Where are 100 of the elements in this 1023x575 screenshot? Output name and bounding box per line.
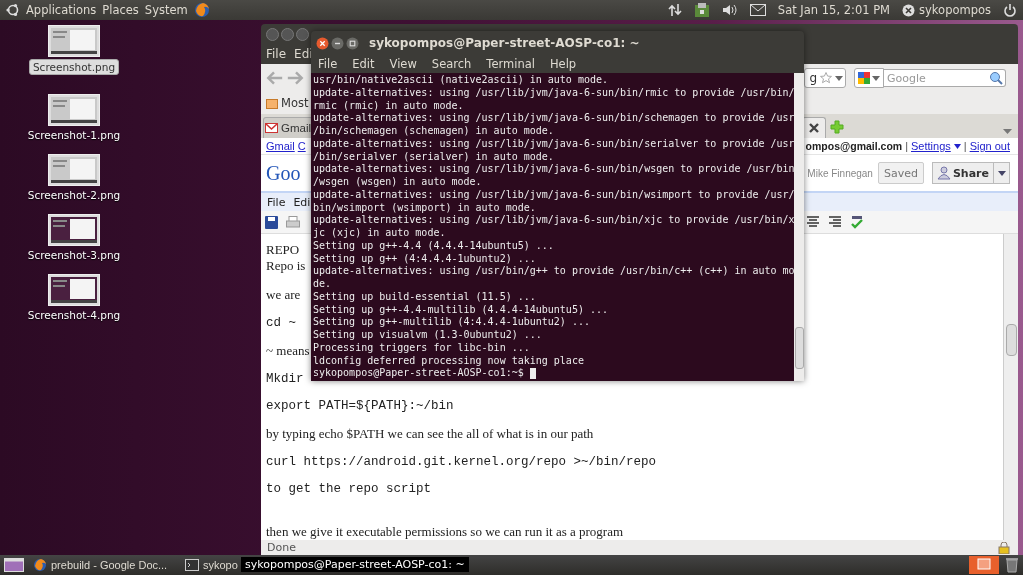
terminal-line: usr/bin/native2ascii (native2ascii) in auto mode. [313, 74, 609, 87]
terminal-line: de. [313, 278, 333, 291]
terminal-line: Setting up g++-4.4 (4.4.4-14ubuntu5) ... [313, 239, 555, 253]
status-text: Done [267, 541, 296, 554]
code-line: curl https://android.git.kernel.org/repo >~/bin/repo [266, 455, 657, 469]
terminal-line: Setting up g++-multilib (4:4.4.4-1ubuntu2) ... [313, 316, 591, 329]
menu-item[interactable]: Help [549, 57, 577, 71]
file-thumbnail-icon[interactable] [48, 214, 100, 246]
file-thumbnail-icon[interactable] [48, 25, 100, 57]
file-label[interactable]: Screenshot-2.png [24, 188, 124, 202]
search-icon[interactable] [989, 71, 1003, 85]
link[interactable]: Sign out [969, 140, 1010, 152]
paragraph: by typing echo $PATH we can see the all of what is in our path [266, 426, 594, 442]
address-field[interactable]: g [804, 68, 846, 88]
engine-logo-icon [858, 72, 870, 84]
file-label[interactable]: Screenshot-4.png [24, 308, 124, 322]
panel-menu[interactable]: System [144, 3, 188, 17]
terminal-line: jc (xjc) in auto mode. [313, 227, 447, 240]
byline: Mike Finnegan [807, 167, 873, 179]
menu-item[interactable]: Terminal [486, 57, 535, 71]
menu-item[interactable]: Edi [294, 47, 313, 61]
trash-icon[interactable] [1005, 557, 1019, 573]
lock-icon [998, 541, 1010, 554]
search-field[interactable]: Google [884, 69, 1006, 87]
print-icon[interactable] [286, 215, 300, 229]
file-label[interactable]: Screenshot-1.png [24, 128, 124, 142]
panel-menu[interactable]: Applications [26, 3, 97, 17]
saved-button[interactable]: Saved [877, 162, 924, 184]
browser-tab[interactable]: Gmail [263, 117, 314, 138]
menu-item[interactable]: File [266, 47, 287, 61]
status-x-icon [902, 3, 916, 17]
search-engine-button[interactable] [854, 68, 884, 88]
taskbar-button[interactable]: prebuild - Google Doc... [30, 556, 176, 574]
file-thumbnail-icon[interactable] [48, 94, 100, 126]
terminal-line: /bin/serialver (serialver) in auto mode. [313, 150, 555, 164]
menu-item[interactable]: Edit [352, 57, 375, 71]
align-right-icon[interactable] [828, 216, 842, 228]
share-button[interactable]: Share [931, 162, 994, 184]
terminal-line: /wsgen (wsgen) in auto mode. [313, 176, 483, 189]
power-icon[interactable] [1003, 3, 1017, 17]
taskbar-button[interactable]: sykopo [182, 556, 242, 574]
mail-icon[interactable] [749, 4, 766, 16]
panel-username[interactable]: sykopompos [919, 3, 991, 17]
terminal-line: Setting up g++-4.4-multilib (4.4.4-14ubuntu5) ... [313, 303, 609, 317]
paragraph: Repo is [266, 258, 306, 274]
file-thumbnail-icon[interactable] [48, 154, 100, 186]
terminal-line: update-alternatives: using /usr/lib/jvm/java-6-sun/bin/serialver to provide /usr [313, 137, 792, 151]
paragraph: then we give it executable permissions so we can run it as a program [266, 524, 624, 540]
menu-item[interactable]: View [389, 57, 417, 71]
terminal-line: update-alternatives: using /usr/lib/jvm/java-6-sun/bin/xjc to provide /usr/bin/x [313, 214, 792, 227]
dropdown-caret-icon [835, 75, 843, 81]
show-desktop-icon[interactable] [4, 558, 24, 572]
share-menu-button[interactable] [994, 162, 1010, 184]
terminal-line: update-alternatives: using /usr/lib/jvm/java-6-sun/bin/wsimport to provide /usr/ [313, 188, 792, 202]
terminal-line: update-alternatives: using /usr/lib/jvm/java-6-sun/bin/schemagen to provide /usr [313, 112, 792, 125]
dropdown-caret-icon[interactable] [953, 143, 961, 149]
account-email: ompos@gmail.com [805, 140, 903, 152]
panel-clock[interactable]: Sat Jan 15, 2:01 PM [777, 3, 891, 17]
text-cursor [529, 368, 536, 380]
browser-globe-icon[interactable] [193, 2, 210, 18]
paragraph: ~ means [266, 343, 310, 359]
tooltip: sykopompos@Paper-street-AOSP-co1: ~ [241, 557, 469, 572]
panel-menu[interactable]: Places [102, 3, 139, 17]
paragraph: we are [266, 287, 301, 303]
code-line: Mkdir [266, 372, 304, 386]
scrollbar[interactable] [794, 73, 804, 381]
bookmark-item[interactable]: Most [266, 96, 309, 110]
file-thumbnail-icon[interactable] [48, 274, 100, 306]
terminal-line: Setting up visualvm (1.3-0ubuntu2) ... [313, 329, 543, 342]
terminal-line: update-alternatives: using /usr/lib/jvm/java-6-sun/bin/wsgen to provide /usr/bin [313, 163, 792, 176]
logo: Goo [266, 161, 301, 185]
menu-item[interactable]: Edi [293, 195, 311, 209]
link[interactable]: Gmail [266, 140, 295, 152]
folder-icon [266, 97, 278, 109]
align-center-icon[interactable] [806, 216, 820, 228]
terminal-line: rmic (rmic) in auto mode. [313, 99, 465, 113]
terminal-line: update-alternatives: using /usr/lib/jvm/java-6-sun/bin/rmic to provide /usr/bin/ [313, 86, 792, 100]
update-icon[interactable] [693, 2, 710, 18]
menu-item[interactable]: File [267, 195, 286, 209]
volume-icon[interactable] [721, 3, 738, 17]
separator: | [963, 140, 967, 152]
terminal-icon [185, 559, 199, 571]
link[interactable]: Settings [911, 140, 951, 152]
save-icon[interactable] [265, 215, 278, 229]
dropdown-caret-icon [997, 170, 1006, 176]
menu-item[interactable]: File [318, 57, 338, 71]
link[interactable]: C [297, 140, 306, 152]
current-tab[interactable] [802, 117, 826, 138]
scrollbar[interactable] [1003, 234, 1018, 540]
window-title: sykopompos@Paper-street-AOSP-co1: ~ [369, 36, 640, 50]
doc-heading: REPO [266, 242, 300, 258]
menu-item[interactable]: Search [431, 57, 472, 71]
code-line: cd ~ [266, 316, 296, 330]
file-label[interactable]: Screenshot.png [28, 59, 120, 75]
spellcheck-icon[interactable] [850, 215, 864, 229]
browser-globe-icon [33, 558, 47, 572]
terminal-line: Setting up g++ (4:4.4.4-1ubuntu2) ... [313, 252, 537, 266]
mail-envelope-icon [265, 123, 278, 133]
file-label[interactable]: Screenshot-3.png [24, 248, 124, 262]
network-arrows-icon[interactable] [667, 3, 682, 17]
